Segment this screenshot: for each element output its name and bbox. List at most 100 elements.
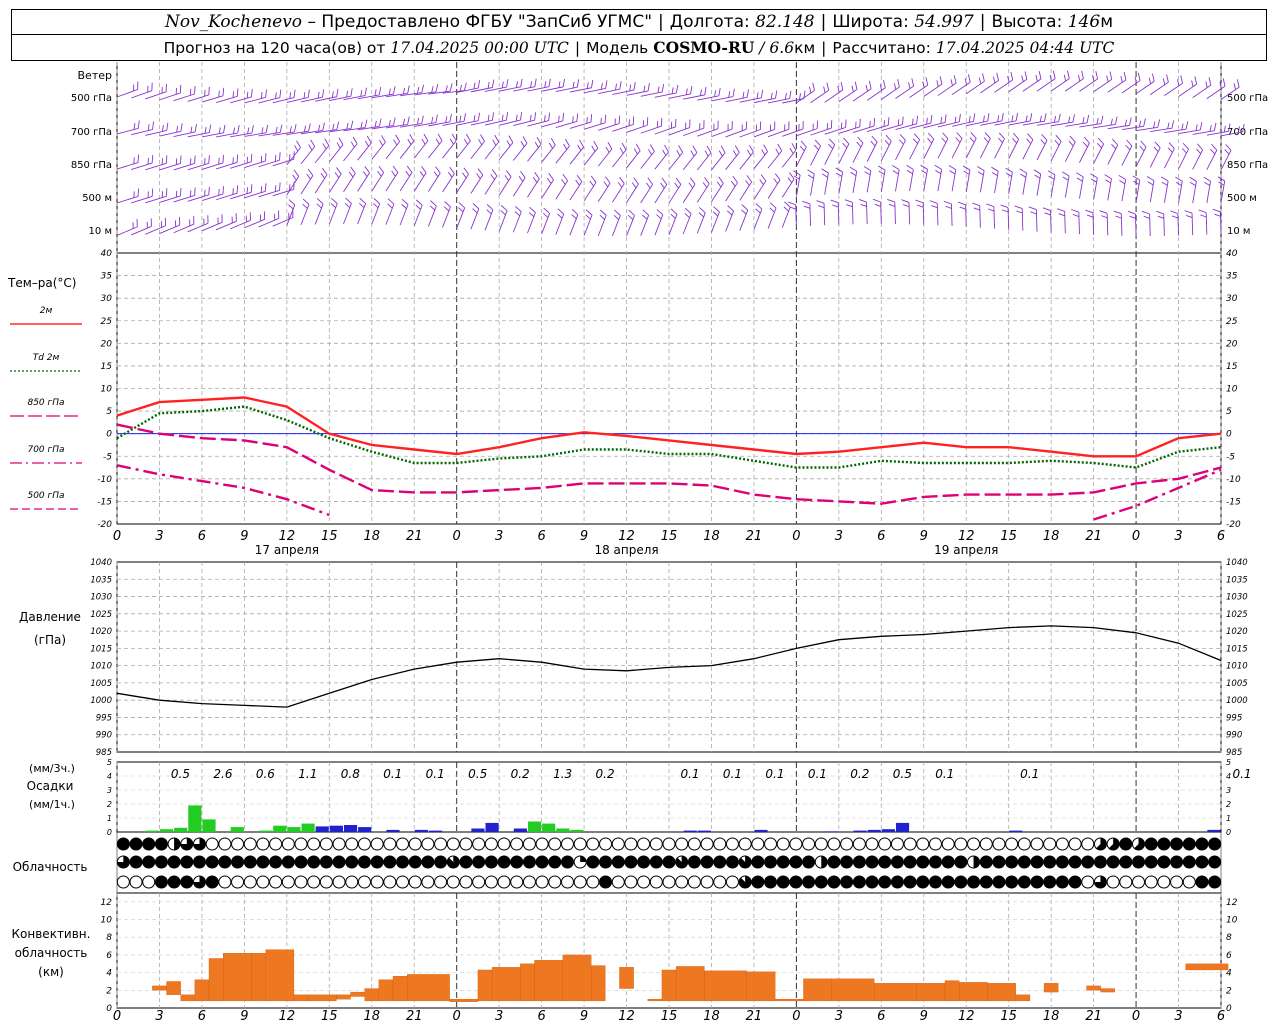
cloud-cover-fill: [802, 856, 815, 868]
conv-cloud-bar: [520, 963, 535, 1002]
cloud-cover-symbol: [1144, 875, 1158, 889]
wind-barb-feather: [190, 126, 193, 133]
temp-axis-tick: -15: [1226, 497, 1241, 507]
temp-axis-tick: -5: [1226, 452, 1235, 462]
wind-barb-feather: [1027, 133, 1034, 140]
wind-barb-staff: [994, 138, 1005, 159]
wind-barb-feather: [395, 134, 400, 142]
temp-axis-tick: 40: [1226, 249, 1238, 259]
wind-barb-feather: [350, 88, 353, 97]
wind-barb-feather: [374, 120, 377, 128]
wind-barb-feather: [208, 155, 210, 164]
wind-barb-feather: [251, 125, 254, 134]
wind-barb-staff: [767, 150, 783, 169]
wind-barb-feather: [345, 197, 352, 204]
wind-barb-feather: [600, 82, 603, 90]
wind-barb-feather: [393, 86, 396, 95]
wind-barb-feather: [789, 206, 797, 210]
precip-3h-total: 2.6: [213, 767, 232, 781]
x-hour-tick: 6: [1217, 1009, 1225, 1024]
wind-barb-feather: [1099, 210, 1108, 214]
conv-cloud-bar: [392, 976, 408, 1002]
cloud-cover-fill: [789, 876, 802, 888]
cloud-cover-fill: [1157, 838, 1170, 850]
cloud-cover-symbol: [446, 837, 460, 851]
temp-legend-label: 2м: [40, 306, 53, 316]
wind-barb-feather: [887, 198, 895, 203]
wind-barb-feather: [913, 133, 920, 140]
wind-barb-feather: [576, 174, 583, 182]
wind-barb-feather: [1038, 71, 1042, 80]
cloud-cover-fill: [1094, 856, 1107, 868]
cloud-cover-symbol: [522, 837, 536, 851]
wind-barb-feather: [784, 93, 787, 100]
wind-barb-feather: [1042, 207, 1051, 211]
wind-barb-feather: [310, 139, 316, 147]
x-hour-tick: 21: [1085, 1009, 1102, 1024]
precip-bar-rain: [527, 821, 542, 832]
wind-barb-feather: [746, 175, 753, 183]
conv-cloud-bar: [944, 980, 960, 1002]
wind-barb-feather: [492, 139, 497, 146]
wind-barb-feather: [542, 212, 549, 218]
wind-barb-feather: [915, 199, 924, 204]
wind-barb-feather: [591, 145, 596, 152]
wind-barb-feather: [1086, 214, 1094, 218]
cloud-cover-fill: [1081, 856, 1094, 868]
conv-cloud-bar: [1100, 988, 1115, 993]
cloud-cover-symbol: [1132, 875, 1146, 889]
cloud-cover-symbol: [878, 837, 892, 851]
wind-barb-feather: [912, 138, 918, 144]
wind-barb-feather: [393, 117, 396, 126]
wind-barb-feather: [338, 137, 344, 145]
wind-barb-feather: [1209, 125, 1212, 132]
x-hour-tick: 0: [113, 529, 121, 544]
conv-cloud-bar: [152, 985, 167, 991]
wind-barb-feather: [983, 137, 989, 143]
wind-barb-feather: [1180, 75, 1183, 84]
wind-barb-feather: [605, 176, 611, 184]
wind-barb-feather: [1081, 70, 1084, 79]
wind-barb-feather: [888, 203, 896, 207]
wind-barb-feather: [449, 166, 455, 174]
cloud-cover-fill: [396, 856, 409, 868]
wind-barb-feather: [374, 89, 377, 96]
wind-barb-feather: [1101, 215, 1108, 219]
wind-barb-staff: [1007, 207, 1010, 230]
cloud-cover-fill: [751, 856, 764, 868]
wind-barb-staff: [230, 219, 251, 230]
wind-barb-staff: [569, 146, 584, 165]
wind-barb-feather: [387, 203, 393, 209]
wind-barb-feather: [324, 138, 330, 146]
wind-barb-staff: [683, 94, 705, 100]
meteogram-chart: Ветер 500 гПа 500 гПа 700 гПа 700 гПа 850 гПа…: [7, 62, 1268, 1024]
wind-barb-feather: [236, 185, 239, 194]
cloud-cover-fill: [130, 856, 143, 868]
wind-barb-feather: [1139, 145, 1145, 152]
wind-barb-feather: [690, 150, 695, 157]
wind-barb-staff: [781, 206, 791, 228]
wind-barb-staff: [527, 143, 542, 162]
precip-3h-total: 0.5: [893, 767, 912, 781]
precip-bar-snow: [329, 825, 343, 832]
wind-barb-feather: [543, 207, 550, 214]
conv-cloud-bar: [661, 969, 677, 1002]
wind-level-label: 850 гПа: [1227, 160, 1268, 171]
wind-barb-feather: [232, 91, 235, 98]
wind-barb-staff: [810, 127, 832, 136]
cloud-cover-fill: [777, 876, 790, 888]
wind-barb-feather: [388, 88, 391, 95]
cloud-cover-symbol: [814, 837, 828, 851]
wind-barb-staff: [753, 180, 767, 200]
wind-barb-feather: [1013, 132, 1020, 140]
cloud-cover-symbol: [637, 837, 651, 851]
x-hour-tick: 12: [618, 1009, 635, 1024]
wind-barb-staff: [385, 203, 395, 225]
wind-barb-staff: [612, 149, 627, 168]
wind-barb-staff: [427, 205, 437, 227]
wind-barb-staff: [286, 204, 296, 226]
wind-barb-feather: [261, 127, 264, 134]
wind-barb-feather: [407, 116, 410, 125]
wind-barb-feather: [265, 89, 267, 98]
cloud-cover-fill: [891, 856, 904, 868]
